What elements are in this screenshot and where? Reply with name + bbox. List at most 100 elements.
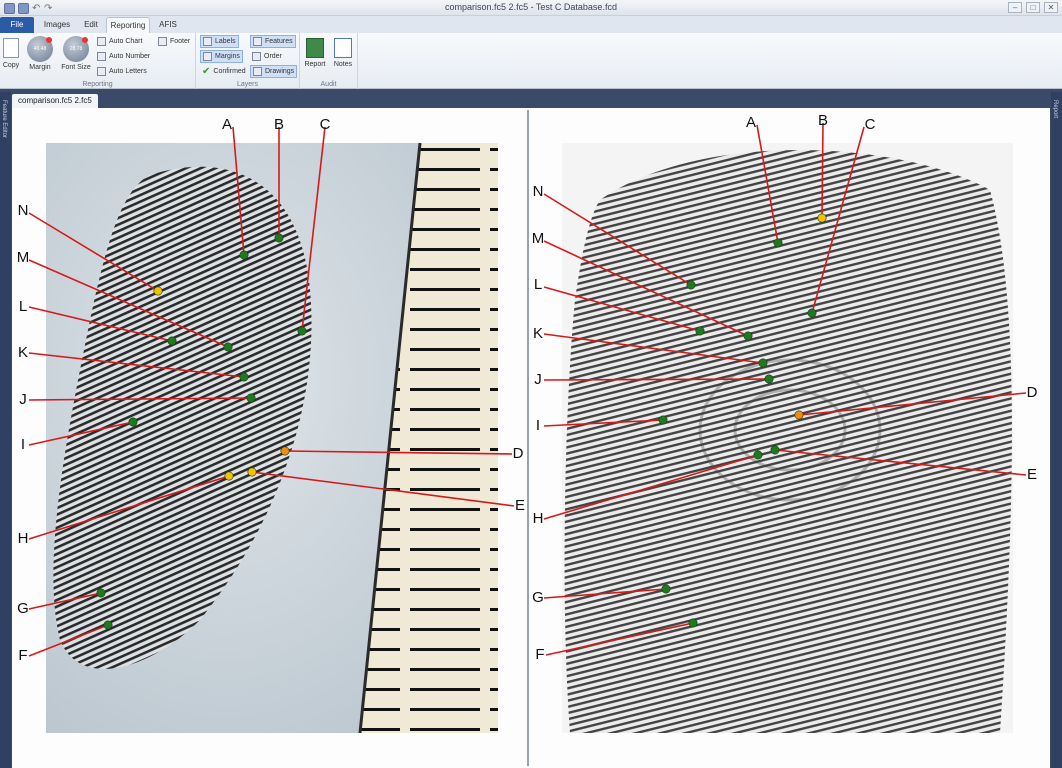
left-marker-point-g[interactable] <box>96 588 106 598</box>
right-marker-label-b[interactable]: B <box>818 112 828 129</box>
margin-badge <box>46 37 52 43</box>
auto-chart-icon <box>97 37 106 46</box>
margin-button[interactable]: 40.48 Margin <box>22 36 58 71</box>
left-marker-point-l[interactable] <box>167 336 177 346</box>
left-marker-point-j[interactable] <box>246 393 256 403</box>
left-marker-point-m[interactable] <box>223 342 233 352</box>
tab-file[interactable]: File <box>0 17 34 33</box>
left-marker-label-e[interactable]: E <box>515 497 525 514</box>
reporting-group: Copy 40.48 Margin 28.78 Font Size Auto C… <box>0 33 196 89</box>
left-marker-label-n[interactable]: N <box>18 202 29 219</box>
left-marker-label-d[interactable]: D <box>513 445 524 462</box>
left-marker-label-h[interactable]: H <box>18 530 29 547</box>
left-marker-label-k[interactable]: K <box>18 344 28 361</box>
close-icon[interactable]: ✕ <box>1044 2 1058 13</box>
features-toggle[interactable]: Features <box>250 35 296 48</box>
right-marker-label-k[interactable]: K <box>533 325 543 342</box>
left-marker-point-f[interactable] <box>103 620 113 630</box>
right-marker-point-g[interactable] <box>661 584 671 594</box>
left-marker-point-c[interactable] <box>297 326 307 336</box>
maximize-icon[interactable]: □ <box>1026 2 1040 13</box>
feature-editor-panel[interactable]: Feature Editor <box>0 92 11 768</box>
right-marker-point-c[interactable] <box>807 308 817 318</box>
auto-chart-button[interactable]: Auto Chart <box>95 35 144 48</box>
right-marker-point-e[interactable] <box>770 445 780 455</box>
right-marker-label-h[interactable]: H <box>533 510 544 527</box>
title-bar: ↶ ↷ comparison.fc5 2.fc5 - Test C Databa… <box>0 0 1062 16</box>
report-panel[interactable]: Report <box>1051 92 1062 768</box>
left-print-image <box>46 142 498 734</box>
tab-edit[interactable]: Edit <box>78 17 104 33</box>
right-marker-point-b[interactable] <box>817 213 827 223</box>
right-marker-point-d[interactable] <box>794 410 804 420</box>
left-marker-label-c[interactable]: C <box>320 116 331 133</box>
footer-button[interactable]: Footer <box>156 35 192 48</box>
right-marker-label-n[interactable]: N <box>533 183 544 200</box>
footer-label: Footer <box>170 38 191 45</box>
right-marker-point-j[interactable] <box>764 374 774 384</box>
right-marker-point-k[interactable] <box>758 358 768 368</box>
left-marker-point-n[interactable] <box>153 286 163 296</box>
document-tab[interactable]: comparison.fc5 2.fc5 <box>12 94 98 108</box>
notes-button[interactable]: Notes <box>330 36 356 68</box>
margins-toggle[interactable]: Margins <box>200 50 243 63</box>
right-marker-label-g[interactable]: G <box>532 589 544 606</box>
left-marker-label-f[interactable]: F <box>18 647 27 664</box>
right-marker-point-l[interactable] <box>695 326 705 336</box>
left-marker-label-m[interactable]: M <box>17 249 30 266</box>
left-marker-label-b[interactable]: B <box>274 116 284 133</box>
right-marker-label-f[interactable]: F <box>535 646 544 663</box>
font-size-icon: 28.78 <box>63 36 89 62</box>
right-marker-point-m[interactable] <box>743 331 753 341</box>
auto-number-button[interactable]: Auto Number <box>95 50 152 63</box>
copy-button[interactable]: Copy <box>0 36 22 69</box>
right-marker-point-n[interactable] <box>686 280 696 290</box>
right-marker-label-c[interactable]: C <box>865 116 876 133</box>
ribbon-tabs: File Images Edit Reporting AFIS <box>0 16 1062 33</box>
comparison-svg: A A B B C C D D E E F F G G H H I I J J K K L L M M N N <box>17 110 1038 766</box>
order-toggle[interactable]: Order <box>250 50 284 63</box>
drawings-toggle[interactable]: Drawings <box>250 65 298 78</box>
left-marker-point-h[interactable] <box>224 471 234 481</box>
footer-icon <box>158 37 167 46</box>
order-label: Order <box>264 53 282 60</box>
right-marker-point-i[interactable] <box>658 415 668 425</box>
right-marker-label-a[interactable]: A <box>746 114 756 131</box>
comparison-canvas[interactable]: A A B B C C D D E E F F G G H H I I J J K K L L M M N N <box>12 108 1050 768</box>
left-marker-point-b[interactable] <box>274 233 284 243</box>
left-marker-label-a[interactable]: A <box>222 116 232 133</box>
font-size-button[interactable]: 28.78 Font Size <box>58 36 94 71</box>
confirmed-label: Confirmed <box>213 68 246 75</box>
right-marker-point-f[interactable] <box>688 618 698 628</box>
right-marker-point-a[interactable] <box>773 238 783 248</box>
minimize-icon[interactable]: – <box>1008 2 1022 13</box>
check-icon: ✔ <box>202 65 211 77</box>
left-marker-label-g[interactable]: G <box>17 600 29 617</box>
features-label: Features <box>265 38 293 45</box>
left-marker-label-j[interactable]: J <box>19 391 27 408</box>
left-marker-point-e[interactable] <box>247 467 257 477</box>
left-marker-point-i[interactable] <box>128 417 138 427</box>
window-controls: – □ ✕ <box>1008 2 1058 13</box>
left-marker-label-l[interactable]: L <box>19 298 27 315</box>
audit-group: Report Notes Audit <box>300 33 358 89</box>
left-marker-point-a[interactable] <box>239 250 249 260</box>
labels-toggle[interactable]: Labels <box>200 35 239 48</box>
right-marker-label-d[interactable]: D <box>1027 384 1038 401</box>
right-marker-label-j[interactable]: J <box>534 371 542 388</box>
auto-letters-button[interactable]: Auto Letters <box>95 65 149 78</box>
right-marker-label-m[interactable]: M <box>532 230 545 247</box>
tab-afis[interactable]: AFIS <box>154 17 182 33</box>
right-marker-label-l[interactable]: L <box>534 276 542 293</box>
right-marker-label-e[interactable]: E <box>1027 466 1037 483</box>
auto-number-icon <box>97 52 106 61</box>
tab-images[interactable]: Images <box>40 17 74 33</box>
report-button[interactable]: Report <box>302 36 328 68</box>
tab-reporting[interactable]: Reporting <box>106 17 150 33</box>
confirmed-toggle[interactable]: ✔ Confirmed <box>200 65 248 78</box>
right-marker-point-h[interactable] <box>753 450 763 460</box>
left-marker-label-i[interactable]: I <box>21 436 25 453</box>
left-marker-point-k[interactable] <box>239 372 249 382</box>
right-marker-label-i[interactable]: I <box>536 417 540 434</box>
left-marker-point-d[interactable] <box>280 446 290 456</box>
